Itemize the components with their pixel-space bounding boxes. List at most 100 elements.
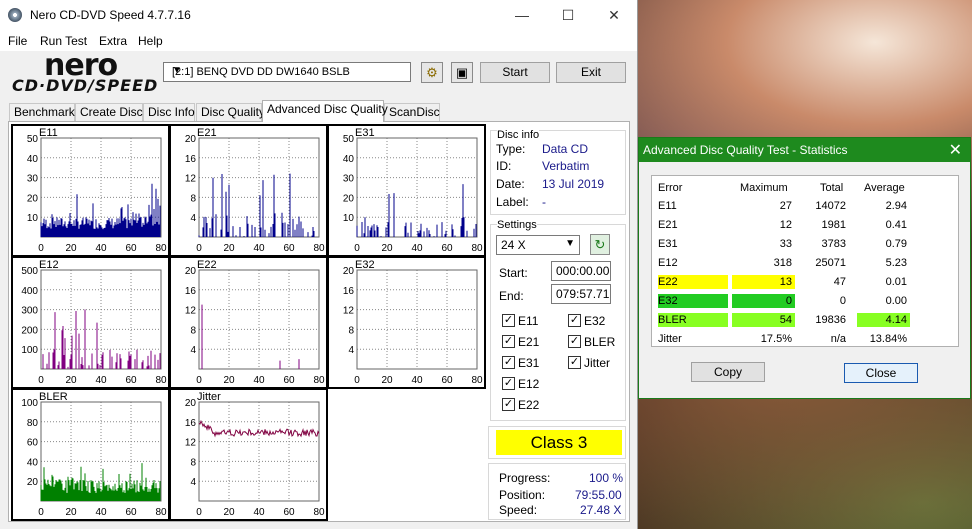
disc-class-badge: Class 3 [496, 430, 622, 455]
checkbox-e31[interactable]: ✓ [502, 356, 515, 369]
speed-label: Speed: [499, 503, 538, 517]
speed-select[interactable]: 24 X ▼ [496, 235, 580, 255]
checkbox-jitter[interactable]: ✓ [568, 356, 581, 369]
copy-button[interactable]: Copy [691, 362, 765, 382]
y-tick-label: 20 [185, 134, 197, 145]
exit-button[interactable]: Exit [556, 62, 626, 83]
tab-advanced-disc-quality[interactable]: Advanced Disc Quality [262, 100, 388, 122]
start-button[interactable]: Start [480, 62, 550, 83]
refresh-speed-button[interactable]: ↻ [590, 234, 610, 255]
maximize-button[interactable]: ☐ [545, 0, 591, 31]
disc-label-value: - [542, 195, 546, 209]
x-tick-label: 40 [95, 507, 107, 518]
x-tick-label: 20 [381, 375, 393, 386]
stat-e22-error: E22 [658, 275, 728, 289]
y-tick-label: 16 [185, 418, 197, 429]
checkbox-e12-label: E12 [518, 377, 540, 391]
start-input[interactable]: 000:00.00 [551, 261, 611, 281]
x-tick-label: 0 [196, 243, 202, 254]
minimize-button[interactable]: — [499, 0, 545, 31]
drive-select[interactable]: [2:1] BENQ DVD DD DW1640 BSLB ▼ [163, 62, 411, 82]
y-tick-label: 20 [27, 193, 39, 204]
y-tick-label: 40 [27, 457, 39, 468]
stat-e11-maximum: 27 [779, 200, 792, 212]
window-title: Nero CD-DVD Speed 4.7.7.16 [30, 8, 191, 22]
refresh-icon: ↻ [594, 237, 606, 252]
y-tick-label: 12 [185, 306, 197, 317]
y-tick-label: 8 [190, 457, 196, 468]
y-tick-label: 40 [27, 154, 39, 165]
y-tick-label: 300 [21, 306, 38, 317]
main-window: Nero CD-DVD Speed 4.7.7.16 — ☐ ✕ File Ru… [0, 0, 638, 529]
menu-run-test[interactable]: Run Test [40, 34, 87, 48]
checkbox-e11[interactable]: ✓ [502, 314, 515, 327]
stat-jitter-total: n/a [830, 333, 846, 345]
y-tick-label: 30 [27, 174, 39, 185]
stat-e12-error: E12 [658, 257, 678, 269]
x-tick-label: 0 [354, 243, 360, 254]
menu-extra[interactable]: Extra [99, 34, 127, 48]
chevron-down-icon: ▼ [565, 238, 575, 249]
y-tick-label: 20 [185, 266, 197, 277]
y-tick-label: 20 [343, 266, 355, 277]
x-tick-label: 80 [155, 375, 167, 386]
x-tick-label: 40 [411, 243, 423, 254]
checkbox-e22[interactable]: ✓ [502, 398, 515, 411]
tab-benchmark[interactable]: Benchmark [9, 103, 75, 121]
checkbox-e11-label: E11 [518, 314, 539, 328]
statistics-close-icon[interactable]: ✕ [949, 140, 962, 160]
checkbox-e21[interactable]: ✓ [502, 335, 515, 348]
x-tick-label: 60 [125, 507, 137, 518]
x-tick-label: 60 [125, 375, 137, 386]
end-input[interactable]: 079:57.71 [551, 284, 611, 304]
chart-e21: E21 4 8 12 16 20 0 20 40 60 80 [169, 124, 328, 257]
stat-jitter-average: 13.84% [869, 333, 907, 345]
header-error: Error [658, 182, 683, 194]
tab-create-disc[interactable]: Create Disc [75, 103, 143, 121]
stat-jitter-error: Jitter [658, 333, 682, 345]
y-tick-label: 16 [185, 286, 197, 297]
checkbox-e32[interactable]: ✓ [568, 314, 581, 327]
save-button[interactable]: ▣ [451, 62, 473, 83]
x-tick-label: 20 [65, 243, 77, 254]
menu-help[interactable]: Help [138, 34, 163, 48]
checkbox-e12[interactable]: ✓ [502, 377, 515, 390]
checkbox-bler[interactable]: ✓ [568, 335, 581, 348]
tab-disc-info[interactable]: Disc Info [143, 103, 195, 121]
chart-e32: E32 4 8 12 16 20 0 20 40 60 80 [327, 256, 486, 389]
x-tick-label: 60 [441, 375, 453, 386]
tab-scandisc[interactable]: ScanDisc [384, 103, 440, 121]
x-tick-label: 20 [223, 375, 235, 386]
speed-value: 27.48 X [580, 503, 622, 517]
stat-e31-error: E31 [658, 238, 678, 250]
close-button[interactable]: ✕ [591, 0, 637, 31]
y-tick-label: 4 [190, 213, 196, 224]
chart-title: E11 [39, 127, 58, 139]
settings-title: Settings [497, 219, 537, 231]
drive-info-button[interactable]: ⚙ [421, 62, 443, 83]
tab-disc-quality[interactable]: Disc Quality [196, 103, 265, 121]
menu-file[interactable]: File [8, 34, 27, 48]
stat-bler-maximum: 54 [732, 313, 795, 327]
stat-e21-average: 0.41 [885, 219, 907, 231]
y-tick-label: 4 [348, 345, 354, 356]
x-tick-label: 40 [253, 375, 265, 386]
chart-e32-svg: E32 4 8 12 16 20 0 20 40 60 80 [343, 259, 483, 386]
header-average: Average [864, 182, 905, 194]
header-total: Total [820, 182, 844, 194]
chart-title: E32 [355, 259, 375, 271]
disc-date-label: Date: [496, 177, 525, 191]
stats-close-button[interactable]: Close [844, 363, 918, 383]
disc-info-icon: ⚙ [426, 65, 438, 80]
x-tick-label: 80 [471, 243, 483, 254]
chart-e12: E12 100 200 300 400 500 0 20 40 60 80 [11, 256, 170, 389]
stat-e21-total: 1981 [821, 219, 846, 231]
x-tick-label: 80 [313, 507, 325, 518]
y-tick-label: 4 [190, 477, 196, 488]
statistics-window: Advanced Disc Quality Test - Statistics … [638, 137, 971, 399]
stat-e21-maximum: 12 [779, 219, 792, 231]
y-tick-label: 20 [27, 477, 39, 488]
x-tick-label: 40 [253, 507, 265, 518]
stat-e32-error: E32 [658, 294, 728, 308]
checkbox-jitter-label: Jitter [584, 356, 611, 370]
